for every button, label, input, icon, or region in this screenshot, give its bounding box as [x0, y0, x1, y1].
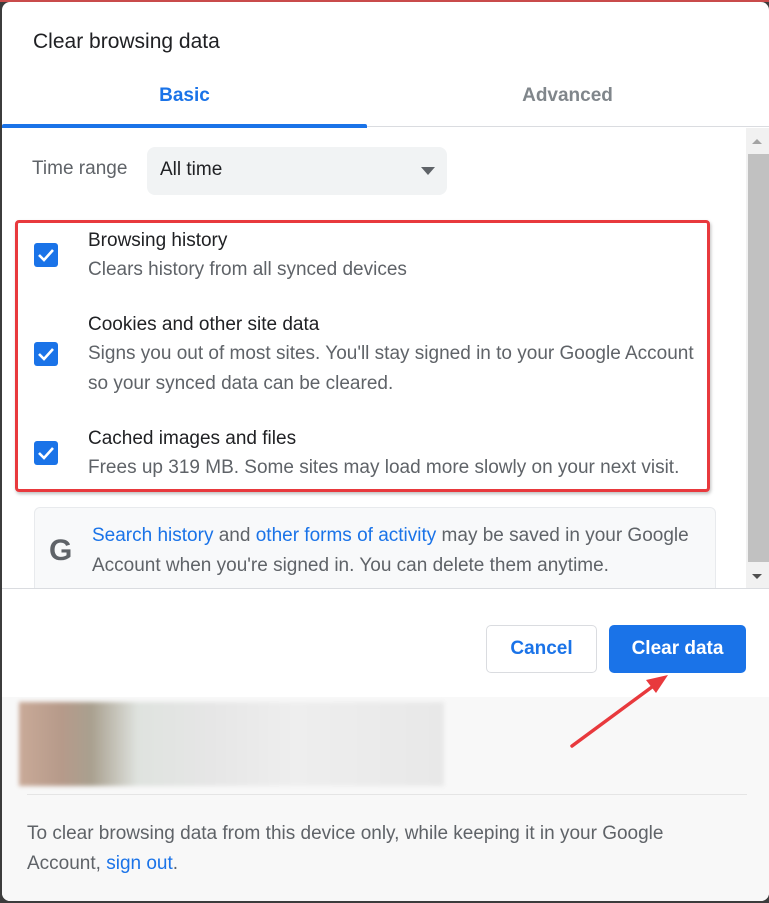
- cached-images-checkbox[interactable]: [34, 441, 58, 465]
- footer-text: To clear browsing data from this device …: [27, 819, 727, 879]
- time-range-label: Time range: [32, 158, 128, 179]
- time-range-select[interactable]: All time: [147, 147, 447, 195]
- scroll-down-arrow-icon[interactable]: [752, 574, 762, 579]
- scroll-up-arrow-icon[interactable]: [752, 139, 762, 144]
- sign-out-link[interactable]: sign out: [106, 853, 173, 874]
- option-title: Browsing history: [88, 230, 228, 251]
- footer-period: .: [172, 853, 179, 874]
- tab-basic[interactable]: Basic: [2, 72, 367, 128]
- tab-bar: Basic Advanced: [2, 72, 769, 128]
- dialog-title: Clear browsing data: [33, 30, 220, 53]
- google-g-icon: G: [49, 534, 73, 567]
- checkmark-icon: [38, 348, 54, 361]
- cancel-button[interactable]: Cancel: [486, 625, 597, 673]
- search-history-link[interactable]: Search history: [92, 525, 213, 546]
- option-description: Frees up 319 MB. Some sites may load mor…: [88, 457, 680, 478]
- options-scroll-area: Time range All time Browsing history Cle…: [2, 128, 769, 589]
- checkmark-icon: [38, 249, 54, 262]
- dropdown-arrow-icon: [421, 167, 435, 175]
- vertical-scrollbar[interactable]: [746, 128, 769, 589]
- account-footer: To clear browsing data from this device …: [2, 697, 769, 901]
- time-range-value: All time: [160, 159, 223, 180]
- option-description: Signs you out of most sites. You'll stay…: [88, 343, 694, 364]
- other-activity-link[interactable]: other forms of activity: [256, 525, 437, 546]
- section-divider: [2, 588, 769, 589]
- clear-browsing-data-dialog: Clear browsing data Basic Advanced Time …: [2, 2, 769, 901]
- google-activity-notice: G Search history and other forms of acti…: [34, 507, 716, 589]
- notice-text: and: [213, 525, 256, 546]
- checkmark-icon: [38, 447, 54, 460]
- blurred-account-info: [19, 702, 444, 786]
- cookies-checkbox[interactable]: [34, 342, 58, 366]
- option-title: Cookies and other site data: [88, 314, 320, 335]
- option-description: Clears history from all synced devices: [88, 259, 407, 280]
- browsing-history-checkbox[interactable]: [34, 243, 58, 267]
- tab-advanced[interactable]: Advanced: [385, 72, 750, 127]
- clear-data-button[interactable]: Clear data: [609, 625, 746, 673]
- scrollbar-thumb[interactable]: [748, 154, 769, 562]
- footer-divider: [27, 794, 747, 795]
- option-description: so your synced data can be cleared.: [88, 373, 394, 394]
- google-notice-text: Search history and other forms of activi…: [92, 521, 712, 581]
- option-title: Cached images and files: [88, 428, 297, 449]
